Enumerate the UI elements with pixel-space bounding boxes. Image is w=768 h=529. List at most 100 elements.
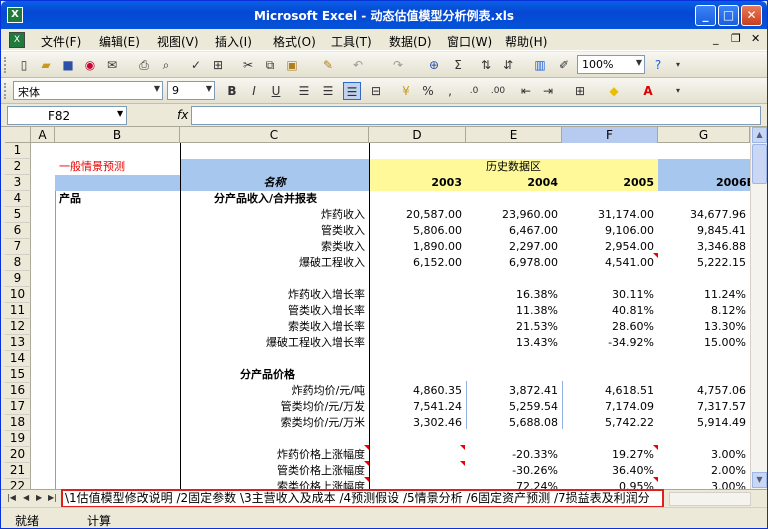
font-size-combo[interactable]: 9 ▼ xyxy=(167,81,215,100)
comment-marker[interactable] xyxy=(653,477,658,482)
row-header-7[interactable]: 7 xyxy=(5,239,31,255)
value-cell-f[interactable]: 5,742.22 xyxy=(562,415,658,431)
font-color-icon[interactable]: A xyxy=(639,82,657,100)
row-label-cell[interactable] xyxy=(180,351,369,367)
horizontal-scrollbar[interactable] xyxy=(669,492,751,506)
scroll-up-icon[interactable]: ▲ xyxy=(752,127,767,143)
value-cell-f[interactable]: 36.40% xyxy=(562,463,658,479)
value-cell-f[interactable]: 4,541.00 xyxy=(562,255,658,271)
row-label-cell[interactable] xyxy=(180,367,369,383)
comment-marker[interactable] xyxy=(364,477,369,482)
value-cell-f[interactable] xyxy=(562,351,658,367)
column-header-e[interactable]: E xyxy=(466,127,562,143)
row-label-cell[interactable]: 管类收入 xyxy=(180,223,369,239)
doc-close-button[interactable]: ✕ xyxy=(751,32,760,45)
history-area-label[interactable]: 历史数据区 xyxy=(369,159,658,175)
merge-center-icon[interactable]: ⊟ xyxy=(367,82,385,100)
fx-icon[interactable]: fx xyxy=(177,108,188,122)
save-icon[interactable]: ■ xyxy=(59,56,77,74)
value-cell-e[interactable]: 72.24% xyxy=(466,479,562,489)
undo-icon[interactable]: ↶ xyxy=(349,56,367,74)
row-label-cell[interactable]: 管类价格上涨幅度 xyxy=(180,463,369,479)
value-cell-g[interactable]: 3.00% xyxy=(658,479,750,489)
sheet-tabs[interactable]: \1估值模型修改说明 /2固定参数 \3主营收入及成本 /4预测假设 /5情景分… xyxy=(61,489,664,508)
row-label-cell[interactable]: 管类收入增长率 xyxy=(180,303,369,319)
value-cell-d[interactable] xyxy=(369,351,466,367)
value-cell-g[interactable]: 3,346.88 xyxy=(658,239,750,255)
format-painter-icon[interactable]: ✎ xyxy=(319,56,337,74)
zoom-combo[interactable]: 100% ▼ xyxy=(577,55,645,74)
name-box[interactable]: F82 xyxy=(7,106,127,125)
row-header-20[interactable]: 20 xyxy=(5,447,31,463)
align-left-icon[interactable]: ☰ xyxy=(295,82,313,100)
value-cell-d[interactable] xyxy=(369,335,466,351)
copy-icon[interactable]: ⧉ xyxy=(261,56,279,74)
doc-restore-button[interactable]: ❐ xyxy=(731,32,741,45)
row-header-2[interactable]: 2 xyxy=(5,159,31,175)
sort-ascending-icon[interactable]: ⇅ xyxy=(477,56,495,74)
row-header-10[interactable]: 10 xyxy=(5,287,31,303)
print-icon[interactable]: ⎙ xyxy=(135,56,153,74)
last-sheet-icon[interactable]: ▶| xyxy=(48,493,57,502)
chevron-down-icon[interactable]: ▼ xyxy=(117,109,123,118)
toolbar-grip[interactable] xyxy=(4,83,7,99)
value-cell-g[interactable] xyxy=(658,367,750,383)
value-cell-d[interactable] xyxy=(369,319,466,335)
value-cell-e[interactable]: 2,297.00 xyxy=(466,239,562,255)
select-all-corner[interactable] xyxy=(5,127,31,143)
doc-minimize-button[interactable]: _ xyxy=(713,32,719,45)
value-cell-e[interactable]: 6,467.00 xyxy=(466,223,562,239)
row-label-cell[interactable]: 索类均价/元/万米 xyxy=(180,415,369,431)
value-cell-g[interactable]: 2.00% xyxy=(658,463,750,479)
currency-icon[interactable]: ¥ xyxy=(397,82,415,100)
value-cell-e[interactable]: 6,978.00 xyxy=(466,255,562,271)
menu-view[interactable]: 视图(V) xyxy=(157,33,199,50)
toolbar-options-icon[interactable]: ▾ xyxy=(669,82,687,100)
row-header-16[interactable]: 16 xyxy=(5,383,31,399)
value-cell-f[interactable]: -34.92% xyxy=(562,335,658,351)
permission-icon[interactable]: ◉ xyxy=(81,56,99,74)
research-icon[interactable]: ⊞ xyxy=(209,56,227,74)
print-preview-icon[interactable]: ⌕ xyxy=(157,56,175,74)
spelling-icon[interactable]: ✓ xyxy=(187,56,205,74)
comment-marker[interactable] xyxy=(364,461,369,466)
row-header-13[interactable]: 13 xyxy=(5,335,31,351)
value-cell-d[interactable]: 20,587.00 xyxy=(369,207,466,223)
menu-window[interactable]: 窗口(W) xyxy=(447,33,492,50)
menu-insert[interactable]: 插入(I) xyxy=(215,33,252,50)
value-cell-g[interactable]: 7,317.57 xyxy=(658,399,750,415)
first-sheet-icon[interactable]: |◀ xyxy=(7,493,16,502)
decrease-decimal-icon[interactable]: .00 xyxy=(489,82,507,100)
increase-decimal-icon[interactable]: .0 xyxy=(465,82,483,100)
value-cell-d[interactable] xyxy=(369,271,466,287)
toolbar-grip[interactable] xyxy=(4,57,7,73)
paste-icon[interactable]: ▣ xyxy=(283,56,301,74)
row-header-17[interactable]: 17 xyxy=(5,399,31,415)
help-icon[interactable]: ? xyxy=(649,56,667,74)
value-cell-g[interactable]: 5,914.49 xyxy=(658,415,750,431)
value-cell-f[interactable] xyxy=(562,367,658,383)
borders-icon[interactable]: ⊞ xyxy=(571,82,589,100)
value-cell-e[interactable]: 21.53% xyxy=(466,319,562,335)
menu-edit[interactable]: 编辑(E) xyxy=(99,33,140,50)
hyperlink-icon[interactable]: ⊕ xyxy=(425,56,443,74)
cut-icon[interactable]: ✂ xyxy=(239,56,257,74)
drawing-icon[interactable]: ✐ xyxy=(555,56,573,74)
formula-input[interactable] xyxy=(191,106,761,125)
value-cell-d[interactable]: 4,860.35 xyxy=(369,383,466,399)
vertical-scrollbar[interactable]: ▲ ▼ xyxy=(750,127,767,489)
name-header[interactable]: 名称 xyxy=(180,175,369,191)
row-label-cell[interactable]: 管类均价/元/万发 xyxy=(180,399,369,415)
year-2004[interactable]: 2004 xyxy=(466,175,562,191)
value-cell-d[interactable] xyxy=(369,367,466,383)
value-cell-f[interactable]: 2,954.00 xyxy=(562,239,658,255)
value-cell-d[interactable] xyxy=(369,463,466,479)
value-cell-f[interactable]: 28.60% xyxy=(562,319,658,335)
value-cell-d[interactable] xyxy=(369,479,466,489)
close-button[interactable]: ✕ xyxy=(741,5,762,26)
row-header-6[interactable]: 6 xyxy=(5,223,31,239)
column-header-g[interactable]: G xyxy=(658,127,750,143)
value-cell-f[interactable]: 7,174.09 xyxy=(562,399,658,415)
row-label-cell[interactable]: 炸药均价/元/吨 xyxy=(180,383,369,399)
value-cell-f[interactable] xyxy=(562,431,658,447)
